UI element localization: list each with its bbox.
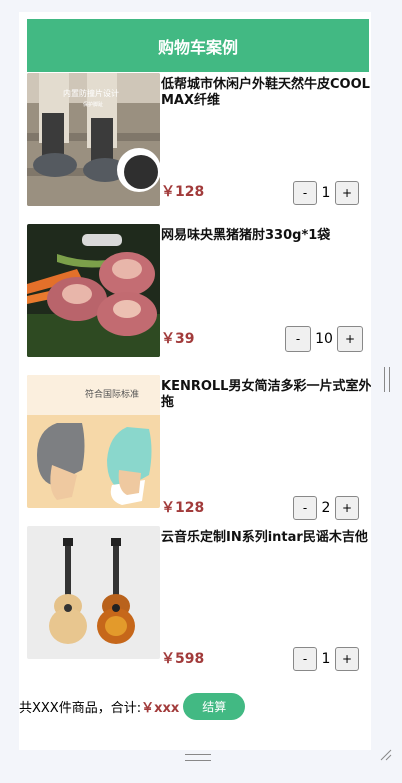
quantity-value: 10 xyxy=(315,331,333,347)
page-title: 购物车案例 xyxy=(157,37,238,57)
product-image xyxy=(27,224,160,357)
decrease-button[interactable]: - xyxy=(285,326,311,352)
product-name: 网易味央黑猪猪肘330g*1袋 xyxy=(161,228,331,243)
product-name: 云音乐定制IN系列intar民谣木吉他 xyxy=(161,530,368,545)
cart-item: 云音乐定制IN系列intar民谣木吉他 ￥598 - 1 + xyxy=(27,526,369,671)
increase-button[interactable]: + xyxy=(337,326,363,352)
product-name: KENROLL男女简洁多彩一片式室外拖 xyxy=(161,379,371,410)
decrease-button[interactable]: - xyxy=(293,496,317,520)
product-price: ￥39 xyxy=(161,331,195,347)
quantity-value: 1 xyxy=(321,651,331,667)
product-price: ￥598 xyxy=(161,651,205,667)
drag-handle[interactable] xyxy=(185,754,211,761)
product-image: 内置防撞片设计 保护脚趾 xyxy=(27,73,160,206)
decrease-button[interactable]: - xyxy=(293,647,317,671)
decrease-button[interactable]: - xyxy=(293,181,317,205)
app-frame: 购物车案例 内置防撞片设计 保护脚趾 低帮城市休闲户外鞋天然牛皮COOLMAX纤… xyxy=(19,12,371,750)
quantity-stepper: - 10 + xyxy=(285,326,363,352)
svg-text:保护脚趾: 保护脚趾 xyxy=(83,101,103,108)
quantity-stepper: - 1 + xyxy=(293,647,359,671)
cart-item: 符合国际标准 KENROLL男女简洁多彩一片式室外拖 ￥128 - 2 + xyxy=(27,375,371,520)
image-caption: 符合国际标准 xyxy=(85,388,139,400)
quantity-value: 1 xyxy=(321,185,331,201)
increase-button[interactable]: + xyxy=(335,181,359,205)
increase-button[interactable]: + xyxy=(335,496,359,520)
image-caption: 内置防撞片设计 xyxy=(63,88,119,98)
product-price: ￥128 xyxy=(161,500,205,516)
increase-button[interactable]: + xyxy=(335,647,359,671)
product-name: 低帮城市休闲户外鞋天然牛皮COOLMAX纤维 xyxy=(161,77,370,108)
resize-grip-icon[interactable] xyxy=(380,749,392,761)
quantity-value: 2 xyxy=(321,500,331,516)
summary-label: 共XXX件商品，合计: xyxy=(19,700,142,716)
checkout-button[interactable]: 结算 xyxy=(183,692,246,720)
quantity-stepper: - 2 + xyxy=(293,496,359,520)
scrollbar-handle[interactable] xyxy=(384,367,390,392)
total-price: ￥xxx xyxy=(141,700,180,716)
page-header: 购物车案例 xyxy=(27,19,369,72)
cart-footer: 共XXX件商品，合计: ￥xxx 结算 xyxy=(19,690,371,722)
cart-item: 网易味央黑猪猪肘330g*1袋 ￥39 - 10 + xyxy=(27,224,369,360)
product-image: 符合国际标准 xyxy=(27,375,160,508)
product-image xyxy=(27,526,160,659)
cart-item: 内置防撞片设计 保护脚趾 低帮城市休闲户外鞋天然牛皮COOLMAX纤维 ￥128… xyxy=(27,73,370,209)
quantity-stepper: - 1 + xyxy=(293,181,359,205)
product-price: ￥128 xyxy=(161,184,205,200)
